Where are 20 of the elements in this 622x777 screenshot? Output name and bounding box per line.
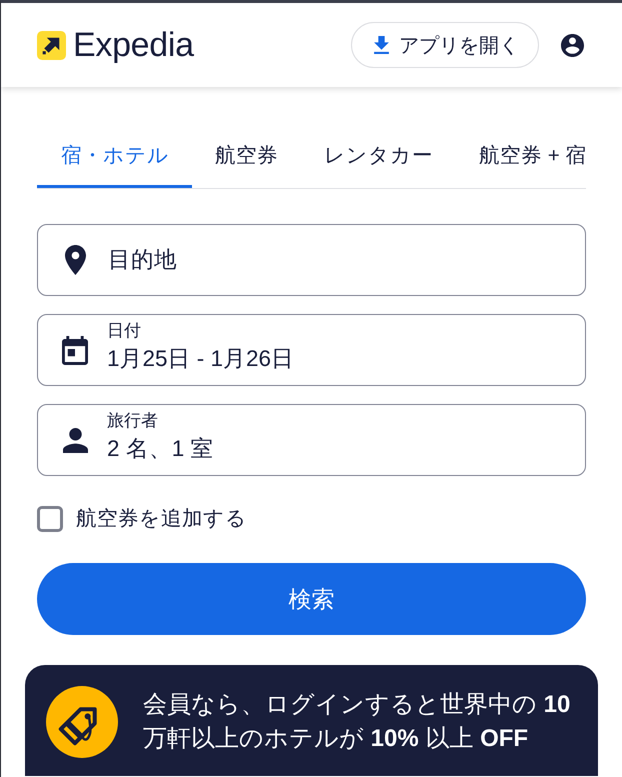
destination-field[interactable]: 目的地 bbox=[37, 224, 586, 296]
price-tag-icon bbox=[46, 686, 118, 758]
calendar-icon bbox=[62, 336, 88, 364]
tab[interactable]: 宿・ホテル bbox=[37, 131, 192, 188]
checkbox-label[interactable]: 航空券を追加する bbox=[76, 506, 247, 532]
dates-field[interactable]: 日付 1月25日 - 1月26日 bbox=[37, 314, 586, 386]
logo-icon bbox=[37, 30, 66, 60]
person-icon bbox=[62, 428, 88, 452]
tab[interactable]: 航空券 bbox=[192, 131, 301, 188]
tab[interactable]: レンタカー bbox=[301, 131, 456, 188]
promo-text: 会員なら、ログインすると世界中の 10 万軒以上のホテルが 10% 以上 OFF bbox=[143, 690, 572, 754]
open-app-button[interactable]: アプリを開く bbox=[351, 22, 539, 68]
account-icon[interactable] bbox=[561, 34, 584, 56]
travelers-field[interactable]: 旅行者 2 名、1 室 bbox=[37, 404, 586, 476]
checkbox[interactable] bbox=[37, 506, 63, 532]
map-pin-icon bbox=[64, 245, 86, 275]
logo-text[interactable]: Expedia bbox=[73, 25, 194, 65]
tab[interactable]: 航空券 + 宿 bbox=[456, 131, 586, 188]
download-icon bbox=[374, 36, 389, 54]
search-button[interactable]: 検索 bbox=[37, 563, 586, 635]
